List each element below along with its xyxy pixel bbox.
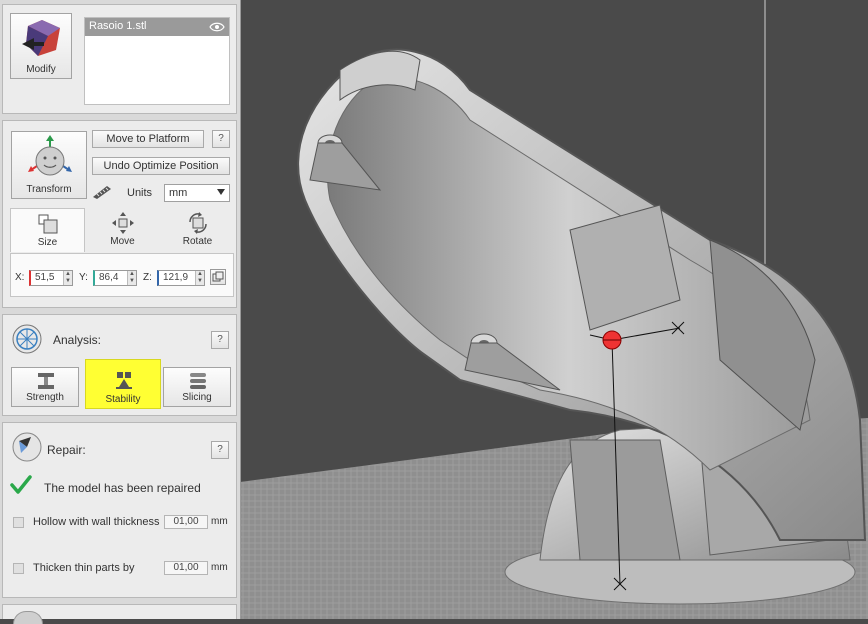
analysis-icon xyxy=(12,324,42,354)
x-size-value: 51,5 xyxy=(35,272,55,283)
repair-help-button[interactable]: ? xyxy=(211,441,229,459)
object-list-item[interactable]: Rasoio 1.stl xyxy=(85,18,229,36)
undo-optimize-position-button[interactable]: Undo Optimize Position xyxy=(92,157,230,175)
y-size-value: 86,4 xyxy=(99,272,119,283)
rotate-icon xyxy=(188,212,207,234)
analysis-help-button[interactable]: ? xyxy=(211,331,229,349)
modify-button-label: Modify xyxy=(26,64,56,75)
thicken-label: Thicken thin parts by xyxy=(33,562,135,574)
size-icon xyxy=(38,214,57,234)
repair-title: Repair: xyxy=(47,443,86,457)
y-label: Y: xyxy=(79,272,88,283)
x-size-stepper[interactable]: ▲ ▼ xyxy=(63,271,72,285)
stability-button-label: Stability xyxy=(105,394,141,405)
viewport-canvas[interactable] xyxy=(240,0,868,619)
z-size-value: 121,9 xyxy=(163,272,189,283)
stability-button[interactable]: Stability xyxy=(85,359,161,409)
eye-icon[interactable] xyxy=(209,22,225,32)
slicing-button-label: Slicing xyxy=(182,392,212,403)
strength-icon xyxy=(38,373,54,389)
chevron-down-icon xyxy=(217,189,225,195)
analysis-panel: Analysis: ? Strength Stability Slicing xyxy=(2,314,237,416)
transform-button[interactable]: Transform xyxy=(11,131,87,199)
lock-proportions-button[interactable] xyxy=(210,269,226,285)
thicken-thickness-field[interactable]: 01,00 xyxy=(164,561,208,575)
thicken-unit: mm xyxy=(211,562,228,573)
hollow-checkbox[interactable] xyxy=(13,517,24,528)
hollow-unit: mm xyxy=(211,516,228,527)
thicken-checkbox[interactable] xyxy=(13,563,24,574)
z-size-stepper[interactable]: ▲ ▼ xyxy=(195,271,204,285)
units-select-value: mm xyxy=(169,187,188,199)
object-file-name: Rasoio 1.stl xyxy=(89,20,147,32)
transform-icon xyxy=(28,135,72,176)
ruler-icon xyxy=(93,186,111,199)
checkmark-icon xyxy=(10,475,32,494)
tab-rotate-label: Rotate xyxy=(182,236,213,247)
hollow-label: Hollow with wall thickness xyxy=(33,516,160,528)
units-select[interactable]: mm xyxy=(164,184,230,202)
slicing-button[interactable]: Slicing xyxy=(163,367,231,407)
next-panel-partial xyxy=(2,604,237,624)
transform-button-label: Transform xyxy=(26,184,72,195)
repair-status-text: The model has been repaired xyxy=(44,481,201,495)
move-icon xyxy=(111,212,134,234)
y-size-field[interactable]: 86,4 ▲ ▼ xyxy=(93,270,137,286)
modify-icon xyxy=(22,20,60,56)
z-size-field[interactable]: 121,9 ▲ ▼ xyxy=(157,270,205,286)
viewport-3d[interactable] xyxy=(240,0,868,619)
modify-button[interactable]: Modify xyxy=(10,13,72,79)
tab-move[interactable]: Move xyxy=(85,208,160,252)
modify-panel: Modify Rasoio 1.stl xyxy=(2,4,237,114)
slicing-icon xyxy=(190,373,206,389)
repair-icon xyxy=(12,432,42,462)
analysis-title: Analysis: xyxy=(53,333,102,347)
x-label: X: xyxy=(15,272,25,283)
object-list[interactable]: Rasoio 1.stl xyxy=(84,17,230,105)
transform-panel: Transform Move to Platform ? Undo Optimi… xyxy=(2,120,237,308)
hollow-thickness-field[interactable]: 01,00 xyxy=(164,515,208,529)
repair-panel: Repair: ? The model has been repaired Ho… xyxy=(2,422,237,598)
stability-icon xyxy=(116,372,132,389)
units-label: Units xyxy=(127,187,153,199)
copy-icon xyxy=(212,271,224,282)
next-panel-icon xyxy=(13,611,43,624)
tab-size[interactable]: Size xyxy=(10,208,85,252)
z-label: Z: xyxy=(143,272,152,283)
left-panel: Modify Rasoio 1.stl Transform Move to Pl… xyxy=(0,0,241,624)
tab-rotate[interactable]: Rotate xyxy=(160,208,235,252)
model-stand-cut xyxy=(569,439,681,561)
tab-size-label: Size xyxy=(37,237,58,248)
tab-move-label: Move xyxy=(110,236,135,247)
move-to-platform-button[interactable]: Move to Platform xyxy=(92,130,204,148)
transform-help-button[interactable]: ? xyxy=(212,130,230,148)
y-size-stepper[interactable]: ▲ ▼ xyxy=(127,271,136,285)
x-size-field[interactable]: 51,5 ▲ ▼ xyxy=(29,270,73,286)
strength-button-label: Strength xyxy=(26,392,64,403)
size-fields-row: X: 51,5 ▲ ▼ Y: 86,4 ▲ ▼ Z: 121,9 ▲ ▼ xyxy=(10,253,234,297)
strength-button[interactable]: Strength xyxy=(11,367,79,407)
